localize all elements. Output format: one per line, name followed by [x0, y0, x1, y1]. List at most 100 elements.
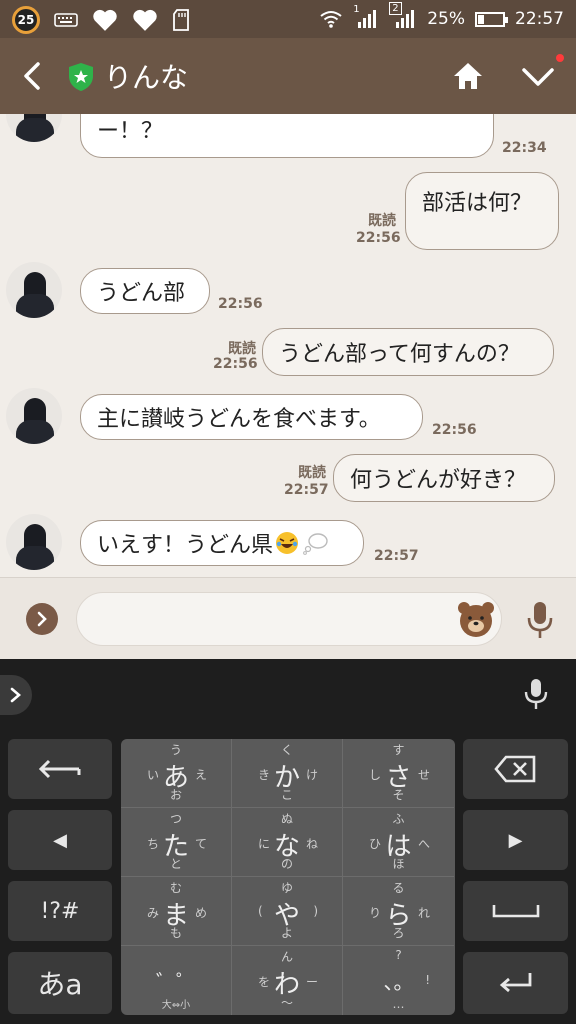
flick-key-dakuten[interactable]: ゛゜大⇔小 [121, 946, 232, 1015]
flick-keypad: ういあえお くきかけこ すしさせそ つちたてと ぬになねの ふひはへほ むみまめ… [121, 739, 455, 1015]
flick-key-label: お [169, 788, 182, 802]
flick-key-a[interactable]: ういあえお [121, 739, 232, 808]
status-left: 25 [12, 6, 190, 34]
flick-key-label: ゛゜ [156, 970, 196, 994]
sd-card-icon [173, 9, 189, 31]
flick-key-label: う [169, 743, 182, 757]
flick-key-label: こ [280, 788, 293, 802]
message-bubble[interactable]: ー！？ [80, 114, 494, 158]
flick-key-sa[interactable]: すしさせそ [343, 739, 454, 808]
enter-key[interactable] [463, 952, 568, 1014]
flick-key-ka[interactable]: くきかけこ [232, 739, 343, 808]
left-label: ◀ [53, 829, 67, 851]
mode-label: あa [37, 968, 83, 1001]
flick-key-wa[interactable]: んをわー〜 [232, 946, 343, 1015]
chat-header: りんな [0, 38, 576, 114]
message-time: 22:56 [213, 356, 258, 372]
chevron-down-icon[interactable] [520, 60, 556, 92]
status-bar: 25 1 2 25% 22:57 [0, 0, 576, 38]
keyboard: ◀ !?# あa ▶ ういあえお くきかけこ すしさせそ つちたてと ぬになねの… [0, 729, 576, 1024]
message-time: 22:56 [432, 422, 477, 438]
microphone-icon[interactable] [524, 600, 556, 640]
flick-key-label: ほ [392, 857, 405, 871]
message-text: いえす！うどん県 [97, 533, 274, 558]
flick-key-label: て [194, 837, 207, 851]
message-bubble[interactable]: うどん部 [80, 268, 210, 314]
flick-key-label: ? [395, 948, 402, 962]
battery-percent: 25% [427, 9, 465, 29]
space-icon [492, 905, 539, 918]
flick-key-ya[interactable]: ゆ(や) よ [232, 877, 343, 946]
flick-key-label: 、。 [383, 970, 414, 994]
avatar[interactable] [6, 514, 62, 570]
verified-shield-icon [69, 63, 93, 91]
message-text: ー！？ [97, 119, 164, 144]
flick-key-label: る [392, 881, 405, 895]
message-bubble[interactable]: 主に讃岐うどんを食べます。 [80, 394, 423, 440]
flick-key-label: そ [392, 788, 405, 802]
flick-key-ra[interactable]: るりられろ [343, 877, 454, 946]
status-right: 1 2 25% 22:57 [319, 2, 564, 30]
flick-key-label: ふ [392, 812, 405, 826]
status-time: 22:57 [515, 9, 564, 29]
home-icon[interactable] [450, 58, 486, 94]
avatar[interactable] [6, 262, 62, 318]
message-input[interactable] [76, 592, 502, 646]
notification-dot [556, 54, 564, 62]
flick-key-label: … [392, 997, 405, 1011]
space-key[interactable] [463, 881, 568, 941]
flick-key-label: ね [305, 837, 318, 851]
heart-icon [93, 9, 117, 31]
signal-sim2: 2 [389, 2, 417, 30]
chevron-right-icon [10, 687, 21, 703]
flick-key-label: の [280, 857, 293, 871]
backspace-icon [493, 755, 535, 783]
expand-menu-button[interactable] [26, 603, 58, 635]
message-text: うどん部って何すんの？ [279, 342, 520, 367]
wifi-icon [320, 11, 342, 28]
heart-icon [133, 9, 157, 31]
flick-key-ma[interactable]: むみまめも [121, 877, 232, 946]
flick-key-label: け [305, 768, 318, 782]
message-time: 22:56 [356, 230, 401, 246]
symbols-key[interactable]: !?# [8, 881, 112, 941]
read-receipt: 既読 [228, 341, 256, 357]
flick-key-label: つ [169, 812, 182, 826]
keyboard-toolbar [0, 659, 576, 729]
voice-input-icon[interactable] [522, 677, 550, 711]
symbols-label: !?# [40, 898, 80, 924]
flick-key-label: す [392, 743, 405, 757]
flick-key-label: へ [417, 837, 430, 851]
cursor-left-key[interactable]: ◀ [8, 810, 112, 870]
message-time: 22:34 [502, 140, 547, 156]
flick-key-label: と [169, 857, 182, 871]
cursor-right-key[interactable]: ▶ [463, 810, 568, 870]
avatar[interactable] [6, 388, 62, 444]
chat-area[interactable]: ー！？ 22:34 既読 22:56 部活は何？ うどん部 22:56 既読 2… [0, 114, 576, 577]
signal-icon [396, 10, 415, 28]
sticker-bear-icon[interactable] [456, 599, 496, 639]
avatar[interactable] [6, 114, 62, 142]
message-bubble[interactable]: いえす！うどん県 [80, 520, 364, 566]
flick-key-label: め [194, 906, 207, 920]
input-mode-key[interactable]: あa [8, 952, 112, 1014]
flick-key-label: ぬ [280, 812, 293, 826]
flick-key-punctuation[interactable]: ?、。!… [343, 946, 454, 1015]
right-label: ▶ [508, 829, 523, 851]
keyboard-icon [54, 13, 78, 27]
flick-key-label: ) [313, 904, 318, 918]
keyboard-expand-button[interactable] [0, 675, 32, 715]
undo-key[interactable] [8, 739, 112, 799]
message-bubble[interactable]: うどん部って何すんの？ [262, 328, 554, 376]
message-text: 部活は何？ [422, 191, 533, 216]
flick-key-ta[interactable]: つちたてと [121, 808, 232, 877]
message-bubble[interactable]: 何うどんが好き？ [333, 454, 555, 502]
flick-key-label: ー [305, 975, 318, 989]
back-arrow-icon[interactable] [16, 58, 50, 94]
read-receipt: 既読 [298, 465, 326, 481]
flick-key-na[interactable]: ぬになねの [232, 808, 343, 877]
backspace-key[interactable] [463, 739, 568, 799]
flick-key-label: 大⇔小 [161, 1000, 191, 1011]
message-bubble[interactable]: 部活は何？ [405, 172, 559, 250]
flick-key-ha[interactable]: ふひはへほ [343, 808, 454, 877]
